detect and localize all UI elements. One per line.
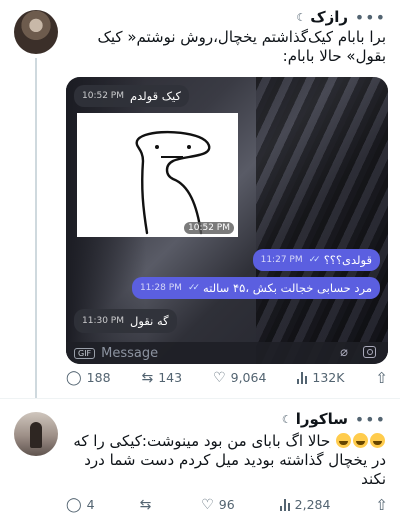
username[interactable]: ساکورا bbox=[296, 410, 348, 428]
retweet-icon: ⇆ bbox=[141, 369, 154, 386]
reply-button[interactable]: ◯ 4 bbox=[66, 497, 95, 512]
username[interactable]: رازک bbox=[310, 8, 348, 26]
views-count: 132K bbox=[312, 370, 345, 385]
chat-bubble-incoming: گه نقول 11:30 PM bbox=[74, 309, 177, 333]
views-button[interactable]: 2,284 bbox=[279, 497, 331, 512]
sticker-drawing bbox=[135, 130, 211, 235]
sticker-image: 10:52 PM bbox=[77, 113, 238, 237]
reply-button[interactable]: ◯ 188 bbox=[66, 370, 111, 385]
tweet-1-header: رازک ☾ bbox=[296, 8, 348, 26]
message-input-bar: GIF Message ⌀ bbox=[66, 342, 388, 364]
chat-bubble-outgoing: قولدی؟؟؟ ✓✓ 11:27 PM bbox=[252, 249, 380, 271]
tweet-1-text: برا بابام کیک‌گذاشتم یخچال،روش نوشتم« کی… bbox=[97, 28, 386, 65]
heart-icon: ♡ bbox=[201, 496, 214, 513]
retweet-count: 143 bbox=[158, 370, 183, 385]
views-icon bbox=[297, 371, 308, 384]
double-check-icon: ✓✓ bbox=[308, 255, 321, 265]
chat-bubble-text: کیک قولدم bbox=[130, 89, 181, 103]
more-options-icon[interactable]: ••• bbox=[355, 8, 386, 27]
retweet-icon: ⇆ bbox=[139, 496, 152, 513]
share-button[interactable]: ⇧ bbox=[375, 495, 388, 514]
double-check-icon: ✓✓ bbox=[187, 283, 200, 293]
share-icon: ⇧ bbox=[375, 495, 388, 514]
chat-bubble-incoming: کیک قولدم 10:52 PM bbox=[74, 85, 189, 107]
share-icon: ⇧ bbox=[375, 368, 388, 387]
joy-emoji-icon bbox=[353, 433, 368, 448]
retweet-button[interactable]: ⇆ bbox=[140, 498, 157, 512]
chat-bubble-time: 11:30 PM bbox=[82, 316, 124, 326]
thread-line bbox=[35, 58, 37, 398]
chat-bubble-time: 11:27 PM bbox=[260, 255, 303, 265]
tweet-2-actions: ◯ 4 ⇆ ♡ 96 2,284 ⇧ bbox=[66, 497, 388, 512]
message-placeholder: Message bbox=[101, 345, 159, 361]
tweet-2-header: ساکورا ☾ bbox=[282, 410, 348, 428]
share-button[interactable]: ⇧ bbox=[375, 368, 388, 387]
tweet-1-actions: ◯ 188 ⇆ 143 ♡ 9,064 132K ⇧ bbox=[66, 370, 388, 385]
views-count: 2,284 bbox=[294, 497, 331, 512]
tweet-2-text: حالا اگ بابای من بود مینوشت:کیکی را که د… bbox=[66, 432, 386, 489]
like-button[interactable]: ♡ 9,064 bbox=[213, 370, 266, 385]
chat-bubble-time: 10:52 PM bbox=[82, 91, 124, 101]
joy-emoji-icon bbox=[370, 433, 385, 448]
sticker-time: 10:52 PM bbox=[184, 222, 234, 234]
like-count: 96 bbox=[218, 497, 235, 512]
crescent-moon-icon: ☾ bbox=[296, 10, 307, 24]
views-icon bbox=[279, 498, 290, 511]
views-button[interactable]: 132K bbox=[297, 370, 344, 385]
reply-icon: ◯ bbox=[66, 369, 82, 386]
crescent-moon-icon: ☾ bbox=[281, 412, 292, 426]
like-button[interactable]: ♡ 96 bbox=[201, 497, 234, 512]
more-options-icon[interactable]: ••• bbox=[355, 410, 386, 429]
camera-icon bbox=[363, 346, 376, 358]
reply-count: 188 bbox=[86, 370, 111, 385]
gif-icon: GIF bbox=[74, 347, 96, 359]
chat-bubble-outgoing: مرد حسابی خجالت بکش ،۴۵ سالته ✓✓ 11:28 P… bbox=[131, 277, 380, 299]
avatar-user-2[interactable] bbox=[14, 412, 58, 456]
joy-emoji-icon bbox=[336, 433, 351, 448]
retweet-button[interactable]: ⇆ 143 bbox=[142, 370, 183, 385]
heart-icon: ♡ bbox=[213, 369, 226, 386]
like-count: 9,064 bbox=[230, 370, 267, 385]
chat-bubble-time: 11:28 PM bbox=[139, 283, 182, 293]
paperclip-icon: ⌀ bbox=[340, 345, 348, 360]
reply-icon: ◯ bbox=[66, 496, 82, 513]
chat-bubble-text: گه نقول bbox=[130, 314, 169, 328]
chat-bubble-text: قولدی؟؟؟ bbox=[323, 253, 372, 267]
tweet-1-media[interactable]: کیک قولدم 10:52 PM 10:52 PM قولدی؟؟؟ ✓✓ … bbox=[66, 77, 388, 364]
avatar-user-1[interactable] bbox=[14, 10, 58, 54]
reply-count: 4 bbox=[86, 497, 95, 512]
chat-bubble-text: مرد حسابی خجالت بکش ،۴۵ سالته bbox=[203, 281, 372, 295]
